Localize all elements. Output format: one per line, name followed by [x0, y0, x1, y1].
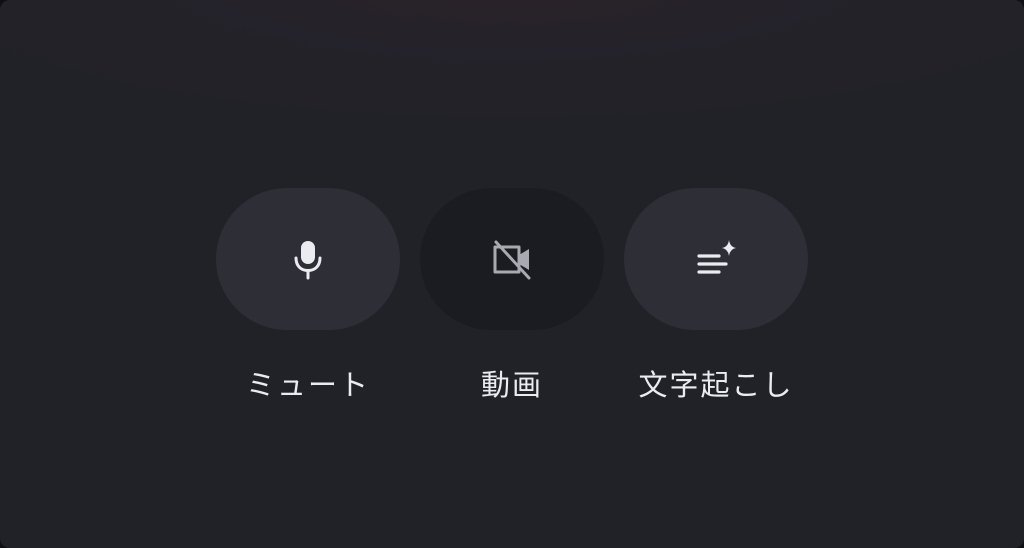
- mute-control: ミュート: [216, 188, 400, 402]
- transcript-sparkle-icon: [697, 240, 736, 274]
- microphone-icon: [294, 241, 322, 280]
- transcribe-control: 文字起こし: [624, 188, 808, 402]
- transcribe-label[interactable]: 文字起こし: [584, 362, 848, 404]
- video-off-icon: [493, 240, 531, 280]
- call-controls-screen: ミュート 動画 文字起こし: [0, 0, 1024, 548]
- mute-button[interactable]: [216, 188, 400, 330]
- video-control: 動画: [420, 188, 604, 402]
- video-toggle-button[interactable]: [420, 188, 604, 330]
- call-controls: ミュート 動画 文字起こし: [0, 0, 1024, 548]
- transcribe-button[interactable]: [624, 188, 808, 330]
